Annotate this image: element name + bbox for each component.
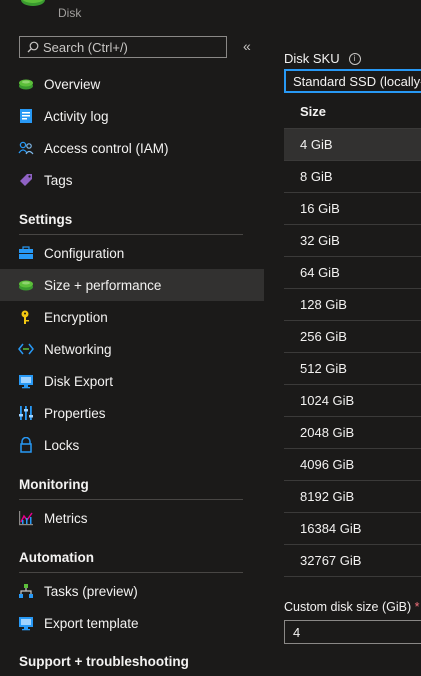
activity-log-icon xyxy=(18,108,34,124)
size-option-row[interactable]: 512 GiB xyxy=(284,353,421,385)
key-icon xyxy=(18,309,34,325)
sidebar-item-metrics[interactable]: Metrics xyxy=(0,502,264,534)
sidebar-item-label: Networking xyxy=(44,341,112,357)
size-option-label: 32767 GiB xyxy=(300,553,362,568)
custom-disk-size-label: Custom disk size (GiB) * xyxy=(284,600,419,614)
size-option-row[interactable]: 4 GiB xyxy=(284,129,421,161)
sidebar-item-label: Size + performance xyxy=(44,277,162,293)
sidebar-item-tags[interactable]: Tags xyxy=(0,164,264,196)
sidebar-item-locks[interactable]: Locks xyxy=(0,429,264,461)
size-option-label: 8 GiB xyxy=(300,169,333,184)
sidebar-item-label: Activity log xyxy=(44,108,109,124)
sidebar-item-encryption[interactable]: Encryption xyxy=(0,301,264,333)
sidebar-item-label: Export template xyxy=(44,615,139,631)
export-template-icon xyxy=(18,615,34,631)
size-option-label: 64 GiB xyxy=(300,265,340,280)
size-option-row[interactable]: 32767 GiB xyxy=(284,545,421,577)
networking-icon xyxy=(18,341,34,357)
search-input[interactable] xyxy=(43,39,226,55)
sidebar-item-networking[interactable]: Networking xyxy=(0,333,264,365)
size-option-row[interactable]: 64 GiB xyxy=(284,257,421,289)
lock-icon xyxy=(18,437,34,453)
size-option-label: 16 GiB xyxy=(300,201,340,216)
sidebar-item-label: Tasks (preview) xyxy=(44,583,138,599)
configuration-icon xyxy=(18,245,34,261)
resource-type: Disk xyxy=(58,6,82,20)
sidebar-item-export-template[interactable]: Export template xyxy=(0,607,264,639)
section-heading-support: Support + troubleshooting xyxy=(19,654,189,669)
disk-export-icon xyxy=(18,373,34,389)
sidebar-item-disk-export[interactable]: Disk Export xyxy=(0,365,264,397)
size-option-row[interactable]: 4096 GiB xyxy=(284,449,421,481)
size-option-label: 16384 GiB xyxy=(300,521,362,536)
section-heading-automation: Automation xyxy=(19,550,243,573)
sidebar-item-label: Metrics xyxy=(44,510,88,526)
size-option-label: 32 GiB xyxy=(300,233,340,248)
metrics-icon xyxy=(18,510,34,526)
sidebar-item-label: Access control (IAM) xyxy=(44,140,169,156)
tag-icon xyxy=(18,172,34,188)
disk-sku-dropdown[interactable]: Standard SSD (locally-redundant storage) xyxy=(284,69,421,93)
size-option-label: 256 GiB xyxy=(300,329,347,344)
users-icon xyxy=(18,140,34,156)
custom-disk-size-input[interactable] xyxy=(284,620,421,644)
sidebar-item-size-performance[interactable]: Size + performance xyxy=(0,269,264,301)
sidebar-item-tasks[interactable]: Tasks (preview) xyxy=(0,575,264,607)
sidebar-item-label: Locks xyxy=(44,437,80,453)
sidebar-item-label: Encryption xyxy=(44,309,108,325)
info-icon[interactable]: i xyxy=(348,52,361,65)
sidebar-item-overview[interactable]: Overview xyxy=(0,68,264,100)
size-option-row[interactable]: 8 GiB xyxy=(284,161,421,193)
size-option-label: 2048 GiB xyxy=(300,425,355,440)
resource-menu: « Overview Activity log Access control (… xyxy=(0,30,264,669)
disk-sku-label: Disk SKU i xyxy=(284,51,361,66)
size-option-row[interactable]: 16384 GiB xyxy=(284,513,421,545)
disk-icon xyxy=(18,76,34,92)
size-option-label: 128 GiB xyxy=(300,297,347,312)
size-performance-panel: Disk SKU i Standard SSD (locally-redunda… xyxy=(284,0,421,664)
custom-disk-size-label-text: Custom disk size (GiB) xyxy=(284,600,412,614)
tasks-icon xyxy=(18,583,34,599)
size-option-row[interactable]: 8192 GiB xyxy=(284,481,421,513)
size-option-row[interactable]: 128 GiB xyxy=(284,289,421,321)
sidebar-item-access-control[interactable]: Access control (IAM) xyxy=(0,132,264,164)
search-box[interactable] xyxy=(19,36,227,58)
size-column-header[interactable]: Size xyxy=(300,104,326,119)
disk-icon xyxy=(18,277,34,293)
size-option-label: 8192 GiB xyxy=(300,489,355,504)
sidebar-item-properties[interactable]: Properties xyxy=(0,397,264,429)
size-option-label: 1024 GiB xyxy=(300,393,355,408)
size-option-row[interactable]: 1024 GiB xyxy=(284,385,421,417)
sidebar-item-label: Disk Export xyxy=(44,373,114,389)
size-option-label: 512 GiB xyxy=(300,361,347,376)
size-option-row[interactable]: 2048 GiB xyxy=(284,417,421,449)
size-option-label: 4 GiB xyxy=(300,137,333,152)
disk-sku-label-text: Disk SKU xyxy=(284,51,340,66)
section-heading-monitoring: Monitoring xyxy=(19,477,243,500)
sidebar-item-label: Configuration xyxy=(44,245,125,261)
size-option-row[interactable]: 32 GiB xyxy=(284,225,421,257)
search-icon xyxy=(27,41,39,53)
size-option-row[interactable]: 256 GiB xyxy=(284,321,421,353)
collapse-menu-icon[interactable]: « xyxy=(243,38,251,54)
required-marker: * xyxy=(414,600,420,614)
disk-resource-icon xyxy=(21,0,45,6)
sidebar-item-label: Overview xyxy=(44,76,101,92)
sidebar-item-activity-log[interactable]: Activity log xyxy=(0,100,264,132)
sidebar-item-label: Properties xyxy=(44,405,106,421)
sidebar-item-label: Tags xyxy=(44,172,73,188)
size-option-row[interactable]: 16 GiB xyxy=(284,193,421,225)
sidebar-item-configuration[interactable]: Configuration xyxy=(0,237,264,269)
properties-icon xyxy=(18,405,34,421)
size-option-label: 4096 GiB xyxy=(300,457,355,472)
section-heading-settings: Settings xyxy=(19,212,243,235)
